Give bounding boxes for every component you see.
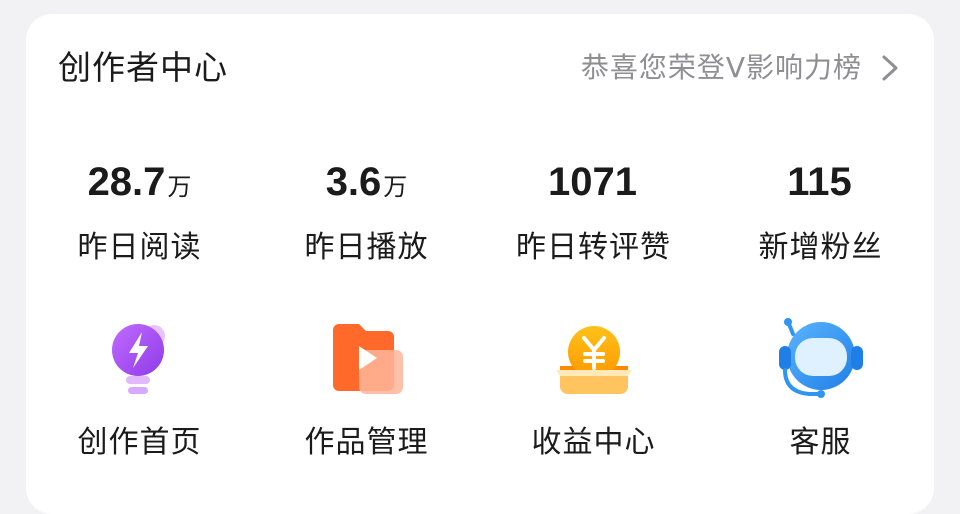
lightbulb-bolt-icon <box>111 324 165 394</box>
stat-value: 115 <box>707 156 934 208</box>
tool-works-management[interactable]: 作品管理 <box>253 316 480 464</box>
tool-revenue-center[interactable]: 收益中心 <box>480 316 707 464</box>
stat-value: 3.6万 <box>253 156 480 208</box>
tool-customer-service[interactable]: 客服 <box>707 316 934 464</box>
stats-row: 28.7万 昨日阅读 3.6万 昨日播放 1071 昨日转评赞 115 新增粉丝 <box>26 156 934 268</box>
stat-yesterday-plays[interactable]: 3.6万 昨日播放 <box>253 156 480 268</box>
stat-unit: 万 <box>167 173 192 201</box>
robot-headset-icon <box>778 318 863 398</box>
stat-unit: 万 <box>383 173 408 201</box>
influence-ranking-text: 恭喜您荣登V影响力榜 <box>580 51 862 84</box>
stat-new-fans[interactable]: 115 新增粉丝 <box>707 156 934 268</box>
stat-number: 115 <box>787 160 852 204</box>
tool-label: 收益中心 <box>531 425 656 460</box>
stat-yesterday-reads[interactable]: 28.7万 昨日阅读 <box>26 156 253 268</box>
tool-label: 客服 <box>789 425 852 460</box>
stat-label: 昨日阅读 <box>77 230 202 265</box>
stat-label: 昨日播放 <box>304 230 429 265</box>
stat-value: 28.7万 <box>26 156 253 208</box>
stat-label: 昨日转评赞 <box>516 230 671 265</box>
yuan-coin-icon <box>555 326 632 394</box>
stat-number: 1071 <box>548 160 637 204</box>
stat-number: 28.7 <box>87 160 166 204</box>
stat-value: 1071 <box>480 156 707 208</box>
creator-center-title: 创作者中心 <box>58 48 228 87</box>
tool-creation-home[interactable]: 创作首页 <box>26 316 253 464</box>
tool-label: 作品管理 <box>304 425 429 460</box>
influence-ranking-link[interactable]: 恭喜您荣登V影响力榜 <box>581 48 904 88</box>
stat-label: 新增粉丝 <box>758 230 883 265</box>
stat-number: 3.6 <box>325 160 382 204</box>
tool-label: 创作首页 <box>77 425 202 460</box>
chevron-right-icon <box>882 55 898 81</box>
stat-yesterday-interactions[interactable]: 1071 昨日转评赞 <box>480 156 707 268</box>
video-folder-icon <box>332 324 403 394</box>
tools-row: 创作首页 作品管理 收益中心 客服 <box>26 316 934 464</box>
